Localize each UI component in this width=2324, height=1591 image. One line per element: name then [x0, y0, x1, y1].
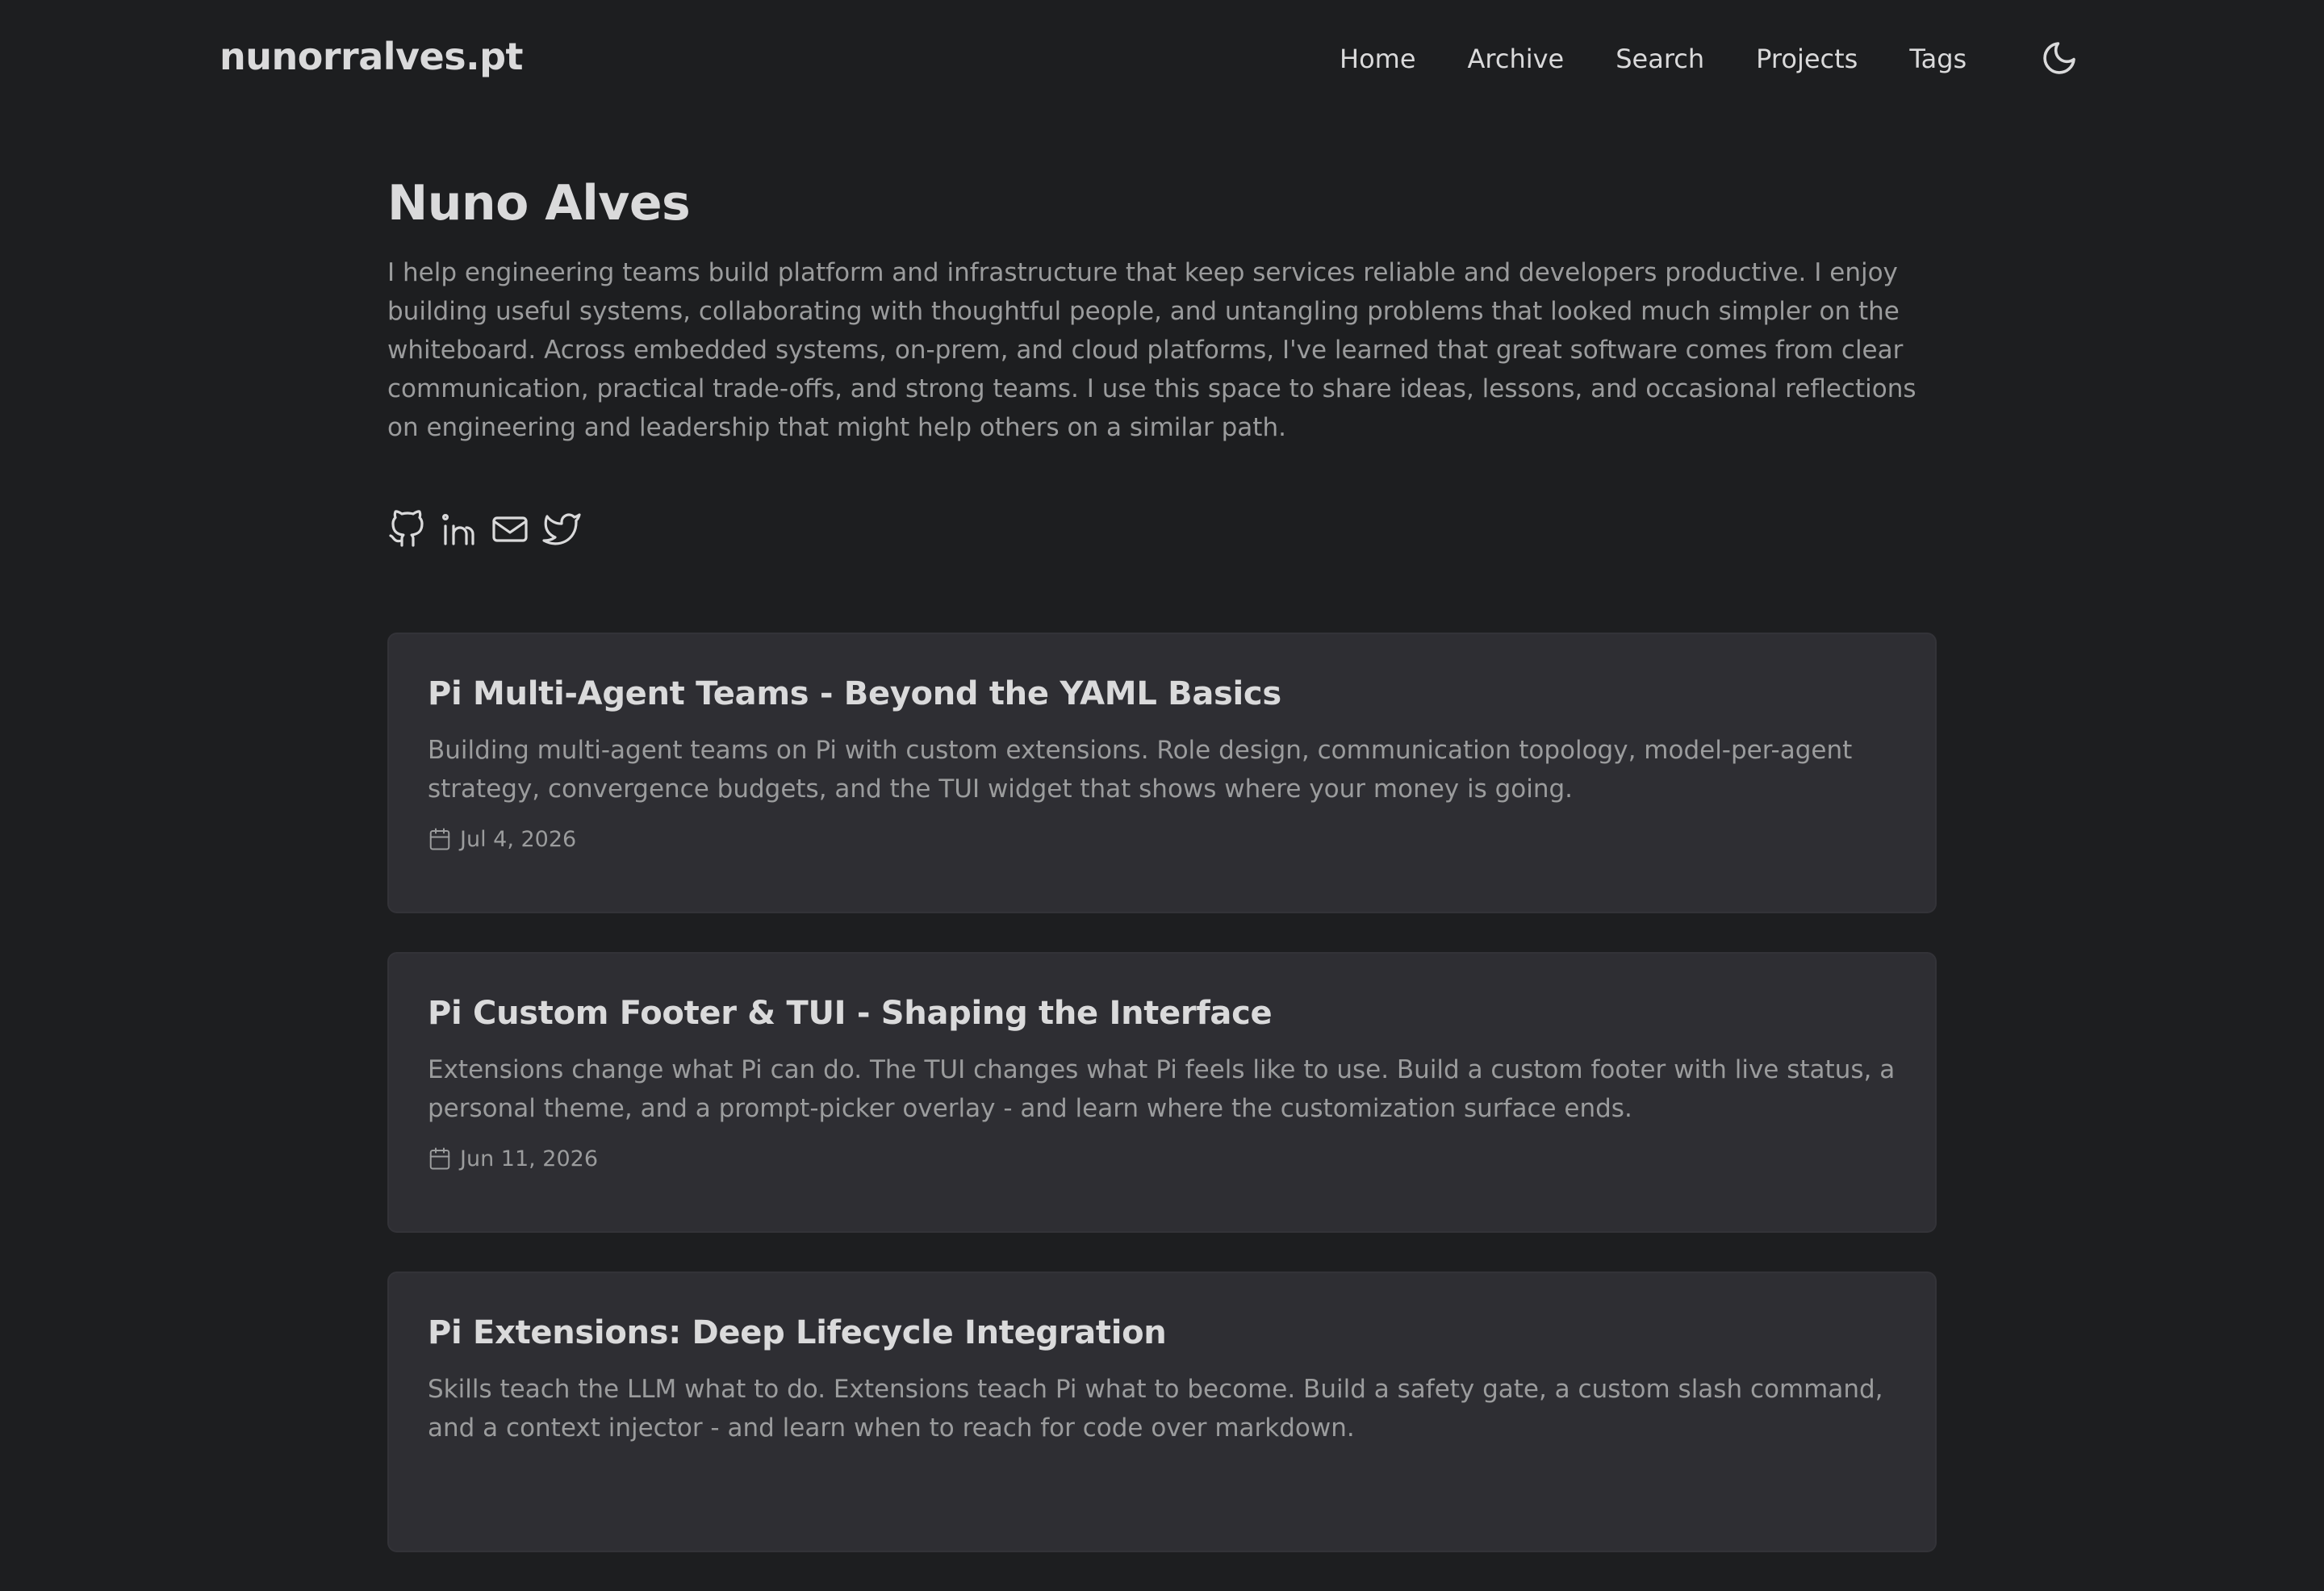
moon-icon	[2043, 42, 2075, 74]
profile-section: Nuno Alves I help engineering teams buil…	[387, 169, 1937, 549]
linkedin-link[interactable]	[439, 510, 478, 549]
site-logo[interactable]: nunorralves.pt	[219, 32, 523, 81]
calendar-icon	[428, 827, 452, 851]
post-list: Pi Multi-Agent Teams - Beyond the YAML B…	[387, 633, 1937, 1591]
twitter-icon	[542, 513, 581, 545]
github-link[interactable]	[387, 510, 426, 549]
nav-projects[interactable]: Projects	[1756, 37, 1858, 81]
post-title[interactable]: Pi Extensions: Deep Lifecycle Integratio…	[428, 1310, 1896, 1355]
post-excerpt: Building multi-agent teams on Pi with cu…	[428, 736, 1853, 804]
nav-home[interactable]: Home	[1340, 37, 1416, 81]
post-date: Jul 4, 2026	[460, 826, 577, 852]
social-links	[387, 510, 1937, 549]
post-card[interactable]: Pi Extensions: Deep Lifecycle Integratio…	[387, 1272, 1937, 1552]
post-meta: Jul 4, 2026	[428, 825, 1896, 854]
calendar-icon	[428, 1146, 452, 1171]
main-nav: Home Archive Search Projects Tags	[1340, 37, 1967, 81]
post-date: Jun 11, 2026	[460, 1146, 599, 1171]
github-icon	[389, 510, 424, 547]
post-card[interactable]: Pi Multi-Agent Teams - Beyond the YAML B…	[387, 633, 1937, 913]
post-excerpt: Skills teach the LLM what to do. Extensi…	[428, 1375, 1883, 1443]
nav-archive[interactable]: Archive	[1468, 37, 1565, 81]
theme-toggle-button[interactable]	[2040, 39, 2079, 77]
page-title: Nuno Alves	[387, 175, 691, 232]
post-card[interactable]: Pi Custom Footer & TUI - Shaping the Int…	[387, 952, 1937, 1233]
nav-tags[interactable]: Tags	[1909, 37, 1967, 81]
linkedin-icon	[441, 513, 474, 545]
mail-icon	[492, 516, 528, 542]
post-title[interactable]: Pi Multi-Agent Teams - Beyond the YAML B…	[428, 671, 1896, 716]
twitter-link[interactable]	[542, 510, 581, 549]
post-meta: Jun 11, 2026	[428, 1144, 1896, 1173]
profile-bio: I help engineering teams build platform …	[387, 258, 1916, 442]
site-header: nunorralves.pt Home Archive Search Proje…	[0, 0, 2324, 116]
nav-search[interactable]: Search	[1616, 37, 1704, 81]
post-excerpt: Extensions change what Pi can do. The TU…	[428, 1055, 1896, 1123]
post-title[interactable]: Pi Custom Footer & TUI - Shaping the Int…	[428, 991, 1896, 1036]
email-link[interactable]	[491, 510, 529, 549]
